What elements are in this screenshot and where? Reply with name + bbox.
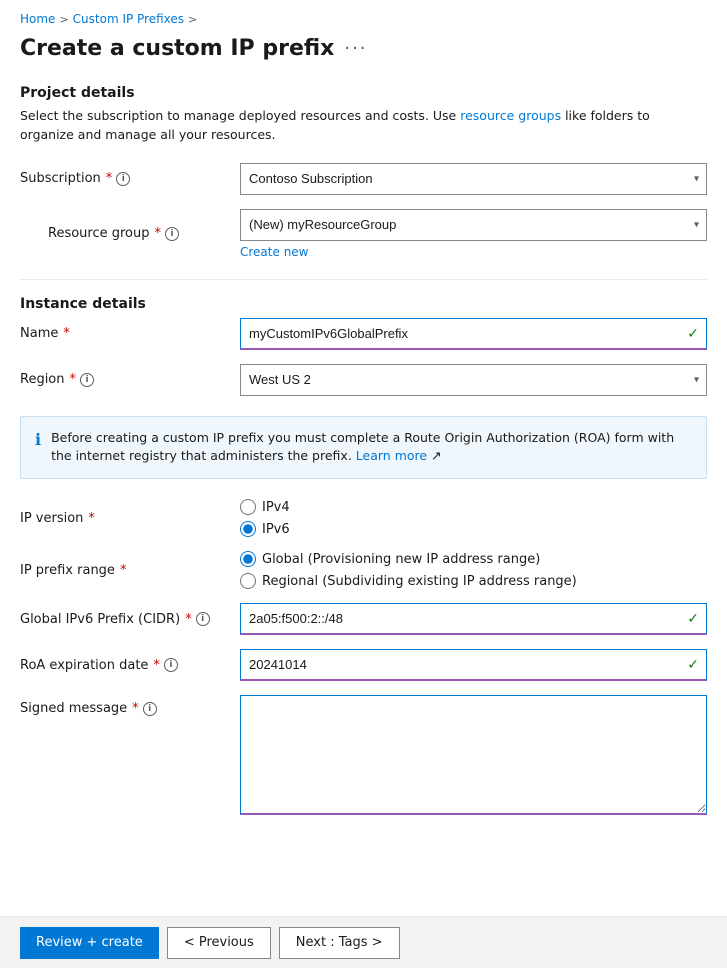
global-prefix-row: Global IPv6 Prefix (CIDR) * i ✓	[20, 603, 707, 635]
global-prefix-input-wrapper: ✓	[240, 603, 707, 635]
global-prefix-check-icon: ✓	[687, 611, 699, 627]
info-banner: ℹ Before creating a custom IP prefix you…	[20, 416, 707, 480]
project-details-heading: Project details	[20, 85, 707, 101]
roa-expiration-check-icon: ✓	[687, 657, 699, 673]
name-check-icon: ✓	[687, 326, 699, 342]
page-title: Create a custom IP prefix	[20, 36, 334, 61]
resource-group-info-icon[interactable]: i	[165, 227, 179, 241]
ip-prefix-range-radio-group: Global (Provisioning new IP address rang…	[240, 551, 707, 589]
resource-group-required: *	[155, 226, 162, 241]
signed-message-required: *	[132, 701, 139, 716]
ip-prefix-global-item: Global (Provisioning new IP address rang…	[240, 551, 707, 567]
divider-1	[20, 279, 707, 280]
project-details-section: Project details Select the subscription …	[20, 85, 707, 259]
subscription-select[interactable]: Contoso Subscription	[240, 163, 707, 195]
ip-version-ipv4-item: IPv4	[240, 499, 707, 515]
name-input[interactable]	[240, 318, 707, 350]
global-prefix-label: Global IPv6 Prefix (CIDR) * i	[20, 612, 240, 627]
resource-group-label: Resource group * i	[20, 226, 240, 241]
ip-version-required: *	[88, 511, 95, 526]
ip-version-control: IPv4 IPv6	[240, 499, 707, 537]
ip-version-ipv6-item: IPv6	[240, 521, 707, 537]
signed-message-control	[240, 695, 707, 819]
external-link-icon: ↗	[431, 448, 441, 463]
roa-expiration-input[interactable]	[240, 649, 707, 681]
roa-expiration-row: RoA expiration date * i ✓	[20, 649, 707, 681]
breadcrumb-custom-ip[interactable]: Custom IP Prefixes	[73, 12, 184, 26]
subscription-select-wrapper: Contoso Subscription ▾	[240, 163, 707, 195]
ip-prefix-regional-item: Regional (Subdividing existing IP addres…	[240, 573, 707, 589]
breadcrumb-sep1: >	[59, 13, 68, 26]
create-new-link[interactable]: Create new	[240, 245, 707, 259]
roa-expiration-control: ✓	[240, 649, 707, 681]
roa-expiration-label: RoA expiration date * i	[20, 658, 240, 673]
global-prefix-input[interactable]	[240, 603, 707, 635]
subscription-info-icon[interactable]: i	[116, 172, 130, 186]
ip-prefix-range-control: Global (Provisioning new IP address rang…	[240, 551, 707, 589]
subscription-control: Contoso Subscription ▾	[240, 163, 707, 195]
resource-groups-link[interactable]: resource groups	[460, 108, 561, 123]
ip-version-label: IP version *	[20, 511, 240, 526]
more-options-icon[interactable]: ···	[344, 38, 367, 59]
ip-version-ipv6-radio[interactable]	[240, 521, 256, 537]
ip-prefix-regional-radio[interactable]	[240, 573, 256, 589]
footer: Review + create < Previous Next : Tags >	[0, 916, 727, 968]
name-input-wrapper: ✓	[240, 318, 707, 350]
region-select[interactable]: West US 2	[240, 364, 707, 396]
breadcrumb-sep2: >	[188, 13, 197, 26]
region-label: Region * i	[20, 372, 240, 387]
ip-prefix-global-radio[interactable]	[240, 551, 256, 567]
ip-prefix-global-label[interactable]: Global (Provisioning new IP address rang…	[262, 552, 540, 567]
instance-details-heading: Instance details	[20, 296, 707, 312]
subscription-row: Subscription * i Contoso Subscription ▾	[20, 163, 707, 195]
roa-expiration-info-icon[interactable]: i	[164, 658, 178, 672]
previous-button[interactable]: < Previous	[167, 927, 271, 959]
signed-message-textarea[interactable]	[240, 695, 707, 815]
resource-group-control: (New) myResourceGroup ▾ Create new	[240, 209, 707, 259]
roa-expiration-input-wrapper: ✓	[240, 649, 707, 681]
ip-prefix-range-row: IP prefix range * Global (Provisioning n…	[20, 551, 707, 589]
ip-prefix-range-required: *	[120, 563, 127, 578]
ip-version-radio-group: IPv4 IPv6	[240, 499, 707, 537]
review-create-button[interactable]: Review + create	[20, 927, 159, 959]
region-required: *	[70, 372, 77, 387]
region-select-wrapper: West US 2 ▾	[240, 364, 707, 396]
global-prefix-control: ✓	[240, 603, 707, 635]
ip-version-row: IP version * IPv4 IPv6	[20, 499, 707, 537]
page-title-area: Create a custom IP prefix ···	[20, 36, 707, 61]
name-row: Name * ✓	[20, 318, 707, 350]
ip-prefix-regional-label[interactable]: Regional (Subdividing existing IP addres…	[262, 574, 577, 589]
region-control: West US 2 ▾	[240, 364, 707, 396]
info-banner-text: Before creating a custom IP prefix you m…	[51, 429, 692, 467]
breadcrumb-home[interactable]: Home	[20, 12, 55, 26]
ip-version-ipv4-label[interactable]: IPv4	[262, 500, 290, 515]
next-button[interactable]: Next : Tags >	[279, 927, 400, 959]
project-details-desc: Select the subscription to manage deploy…	[20, 107, 707, 145]
name-control: ✓	[240, 318, 707, 350]
global-prefix-required: *	[185, 612, 192, 627]
name-required: *	[63, 326, 70, 341]
instance-details-section: Instance details Name * ✓ Region	[20, 296, 707, 396]
resource-group-row: Resource group * i (New) myResourceGroup…	[20, 209, 707, 259]
signed-message-label: Signed message * i	[20, 701, 240, 716]
subscription-required: *	[106, 171, 113, 186]
info-banner-icon: ℹ	[35, 430, 41, 449]
breadcrumb: Home > Custom IP Prefixes >	[20, 12, 707, 26]
learn-more-link[interactable]: Learn more	[356, 448, 431, 463]
ip-prefix-range-label: IP prefix range *	[20, 563, 240, 578]
ip-version-ipv4-radio[interactable]	[240, 499, 256, 515]
global-prefix-info-icon[interactable]: i	[196, 612, 210, 626]
name-label: Name *	[20, 326, 240, 341]
region-row: Region * i West US 2 ▾	[20, 364, 707, 396]
resource-group-select[interactable]: (New) myResourceGroup	[240, 209, 707, 241]
region-info-icon[interactable]: i	[80, 373, 94, 387]
roa-expiration-required: *	[153, 658, 160, 673]
ip-version-ipv6-label[interactable]: IPv6	[262, 522, 290, 537]
desc-text-before: Select the subscription to manage deploy…	[20, 108, 456, 123]
subscription-label: Subscription * i	[20, 171, 240, 186]
signed-message-row: Signed message * i	[20, 695, 707, 819]
resource-group-select-wrapper: (New) myResourceGroup ▾	[240, 209, 707, 241]
signed-message-info-icon[interactable]: i	[143, 702, 157, 716]
